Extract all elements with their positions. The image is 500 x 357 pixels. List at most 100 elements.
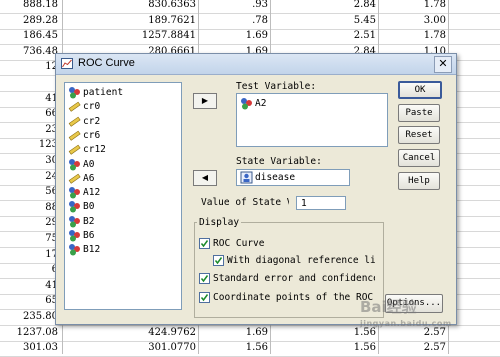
display-group-legend: Display	[197, 217, 242, 228]
variable-item-a6[interactable]: A6	[68, 171, 94, 186]
sheet-cell[interactable]: 41	[0, 90, 58, 107]
sheet-cell[interactable]: 2.51	[272, 27, 376, 44]
scale-icon	[68, 173, 81, 184]
variable-item-patient[interactable]: patient	[68, 85, 123, 100]
scale-icon	[68, 144, 81, 155]
scale-icon	[68, 101, 81, 113]
checkbox-checked-icon	[199, 292, 210, 303]
roc-dialog-icon	[61, 58, 73, 69]
reset-button[interactable]: Reset	[398, 126, 440, 144]
baidu-watermark: Bai经验 jingyan.baidu.com	[360, 296, 490, 342]
ok-button[interactable]: OK	[398, 81, 442, 99]
help-button[interactable]: Help	[398, 172, 440, 190]
nominal-icon	[69, 87, 80, 99]
sheet-cell[interactable]: 6	[0, 261, 58, 278]
variable-item-b12[interactable]: B12	[68, 242, 100, 257]
move-to-state-button[interactable]: ◀	[193, 170, 217, 186]
variable-icon	[240, 171, 253, 184]
sheet-cell[interactable]: 3.00	[380, 12, 446, 29]
sheet-cell[interactable]: 66	[0, 105, 58, 122]
scale-icon	[68, 130, 81, 141]
state-variable-label: State Variable:	[236, 156, 322, 167]
sheet-cell[interactable]: 56	[0, 183, 58, 200]
sheet-cell[interactable]: 29	[0, 214, 58, 231]
sheet-cell[interactable]: 1.69	[200, 324, 268, 341]
variable-item-b0[interactable]: B0	[68, 199, 94, 214]
dialog-title: ROC Curve	[78, 57, 135, 69]
sheet-cell[interactable]: 5.45	[272, 12, 376, 29]
standard-error-checkbox[interactable]: Standard error and confidence interval	[199, 273, 375, 284]
coordinate-points-checkbox[interactable]: Coordinate points of the ROC Curve	[199, 292, 375, 303]
variable-name: cr2	[83, 115, 101, 127]
variable-name: cr6	[83, 129, 101, 141]
variable-name: B6	[83, 230, 95, 241]
variable-item-cr0[interactable]: cr0	[68, 99, 100, 114]
sheet-cell[interactable]: 17	[0, 246, 58, 263]
dialog-titlebar[interactable]: ROC Curve ✕	[56, 54, 456, 75]
variable-name: B0	[83, 201, 95, 213]
variable-item-b2[interactable]: B2	[68, 214, 94, 229]
variable-name: A0	[83, 158, 95, 170]
test-variable-label: Test Variable:	[236, 81, 317, 92]
variable-name: B12	[83, 244, 101, 256]
variable-item-cr12[interactable]: cr12	[68, 142, 106, 157]
cancel-button[interactable]: Cancel	[398, 149, 440, 167]
sheet-cell[interactable]: 1257.8841	[60, 27, 196, 44]
variable-name: A12	[83, 187, 101, 199]
paste-button[interactable]: Paste	[398, 104, 440, 122]
sheet-cell[interactable]: 424.9762	[60, 324, 196, 341]
sheet-cell[interactable]: 186.45	[0, 27, 58, 44]
sheet-cell[interactable]: 289.28	[0, 12, 58, 29]
variable-item-cr2[interactable]: cr2	[68, 114, 100, 129]
sheet-cell[interactable]: 189.7621	[60, 12, 196, 29]
watermark-text: Bai经验	[360, 298, 417, 316]
source-variable-list[interactable]: patient cr0 cr2 cr6 cr12 A0 A6 A12 B0 B2 B6 B12	[64, 82, 182, 310]
variable-name: cr0	[83, 101, 101, 113]
display-group	[194, 222, 384, 318]
nominal-icon	[69, 230, 80, 242]
roc-curve-dialog: ROC Curve ✕ patient cr0 cr2 cr6 cr12 A0 A6 A12 B…	[55, 53, 457, 325]
variable-name: B2	[83, 215, 95, 227]
sheet-cell[interactable]: 65	[0, 292, 58, 309]
sheet-cell[interactable]: 24	[0, 168, 58, 185]
sheet-cell[interactable]	[0, 74, 58, 91]
state-variable-field[interactable]: disease	[236, 169, 350, 186]
sheet-cell[interactable]: 30	[0, 152, 58, 169]
variable-name: A6	[83, 172, 95, 184]
move-to-test-button[interactable]: ▶	[193, 93, 217, 109]
standard-error-label: Standard error and confidence interval	[213, 273, 375, 284]
value-of-state-input[interactable]: 1	[296, 196, 346, 210]
diagonal-reference-checkbox[interactable]: With diagonal reference line	[213, 255, 375, 266]
sheet-cell[interactable]: 1.78	[380, 27, 446, 44]
nominal-icon	[69, 158, 80, 170]
sheet-cell[interactable]: 123	[0, 136, 58, 153]
sheet-cell[interactable]: 1237.08	[0, 324, 58, 341]
sheet-cell[interactable]: 1.69	[200, 27, 268, 44]
sheet-cell[interactable]: 12	[0, 58, 58, 75]
variable-item-a12[interactable]: A12	[68, 185, 100, 200]
sheet-cell[interactable]: 235.80	[0, 308, 58, 325]
coordinate-points-label: Coordinate points of the ROC Curve	[213, 292, 375, 303]
variable-item-a0[interactable]: A0	[68, 157, 94, 172]
nominal-icon	[69, 201, 80, 213]
nominal-icon	[69, 187, 80, 199]
value-of-state-label: Value of State Variable:	[201, 197, 289, 208]
variable-item-b6[interactable]: B6	[68, 228, 94, 243]
test-variable-item[interactable]: A2	[240, 96, 266, 111]
sheet-cell[interactable]: 23	[0, 121, 58, 138]
nominal-icon	[69, 215, 80, 228]
roc-curve-checkbox[interactable]: ROC Curve	[199, 238, 264, 249]
sheet-cell[interactable]: 88	[0, 199, 58, 216]
state-variable-item: disease	[240, 170, 295, 185]
sheet-cell[interactable]: 736.48	[0, 43, 58, 60]
sheet-cell[interactable]: 75	[0, 230, 58, 247]
variable-name: patient	[83, 87, 124, 98]
close-icon[interactable]: ✕	[434, 56, 452, 73]
variable-name: cr12	[83, 144, 106, 156]
sheet-cell[interactable]: .78	[200, 12, 268, 29]
variable-item-cr6[interactable]: cr6	[68, 128, 100, 143]
sheet-cell[interactable]: 41	[0, 277, 58, 294]
checkbox-checked-icon	[199, 273, 210, 284]
checkbox-checked-icon	[213, 255, 224, 266]
test-variable-list[interactable]: A2	[236, 93, 388, 147]
